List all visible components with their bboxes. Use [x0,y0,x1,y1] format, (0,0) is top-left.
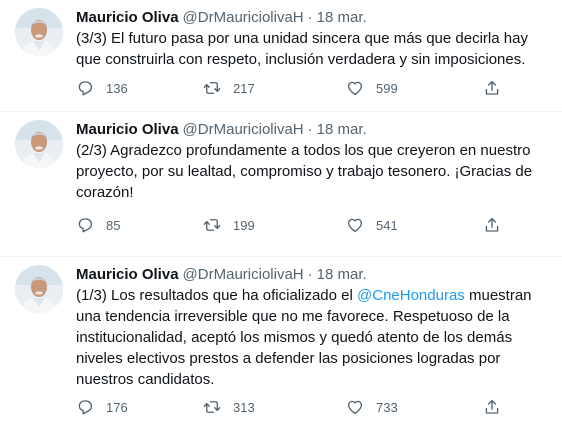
share-button[interactable] [483,215,501,235]
share-icon [485,217,499,232]
like-count: 541 [376,217,398,233]
avatar-photo [15,265,63,313]
mention-link[interactable]: @CneHonduras [357,287,465,304]
tweet-text-part: (2/3) Agradezco profundamente a todos lo… [76,142,533,201]
separator-dot: · [307,266,313,283]
retweet-count: 199 [233,217,255,233]
reply-icon [78,400,93,415]
reply-icon [78,81,93,96]
reply-button[interactable]: 136 [76,78,128,98]
like-count: 599 [376,80,398,96]
tweet-header: Mauricio Oliva @DrMauriciolivaH · 18 mar. [76,265,367,285]
reply-count: 176 [106,399,128,415]
retweet-count: 313 [233,399,255,415]
tweet-header: Mauricio Oliva @DrMauriciolivaH · 18 mar. [76,8,367,28]
tweet-actions: 136 217 599 [76,78,506,98]
author-handle[interactable]: @DrMauriciolivaH [183,9,304,26]
tweet-actions: 176 313 733 [76,397,506,417]
tweet-date[interactable]: 18 mar. [317,9,367,26]
author-name[interactable]: Mauricio Oliva [76,9,179,26]
avatar[interactable] [15,8,63,56]
tweet-text: (3/3) El futuro pasa por una unidad sinc… [76,28,551,70]
tweet-date[interactable]: 18 mar. [317,121,367,138]
heart-icon [347,400,363,415]
author-handle[interactable]: @DrMauriciolivaH [183,121,304,138]
tweet[interactable]: Mauricio Oliva @DrMauriciolivaH · 18 mar. (… [0,112,562,257]
tweet-date[interactable]: 18 mar. [317,266,367,283]
avatar-photo [15,8,63,56]
retweet-icon [203,219,221,231]
tweet-text: (1/3) Los resultados que ha oficializado… [76,285,551,390]
avatar-photo [15,120,63,168]
tweet-text-part: (3/3) El futuro pasa por una unidad sinc… [76,30,528,68]
retweet-button[interactable]: 217 [203,78,255,98]
like-count: 733 [376,399,398,415]
tweet[interactable]: Mauricio Oliva @DrMauriciolivaH · 18 mar. (… [0,0,562,112]
reply-button[interactable]: 176 [76,397,128,417]
retweet-count: 217 [233,80,255,96]
tweet-actions: 85 199 541 [76,215,506,235]
reply-button[interactable]: 85 [76,215,120,235]
heart-icon [347,218,363,233]
author-name[interactable]: Mauricio Oliva [76,121,179,138]
heart-icon [347,81,363,96]
share-icon [485,80,499,95]
share-icon [485,399,499,414]
retweet-button[interactable]: 199 [203,215,255,235]
reply-count: 136 [106,80,128,96]
separator-dot: · [307,121,313,138]
author-handle[interactable]: @DrMauriciolivaH [183,266,304,283]
like-button[interactable]: 733 [346,397,398,417]
share-button[interactable] [483,78,501,98]
reply-icon [78,218,93,233]
tweet-text: (2/3) Agradezco profundamente a todos lo… [76,140,551,203]
tweet-text-part: (1/3) Los resultados que ha oficializado… [76,287,358,304]
retweet-icon [203,82,221,94]
tweet[interactable]: Mauricio Oliva @DrMauriciolivaH · 18 mar. (… [0,257,562,422]
retweet-button[interactable]: 313 [203,397,255,417]
avatar[interactable] [15,120,63,168]
like-button[interactable]: 599 [346,78,398,98]
reply-count: 85 [106,217,121,233]
avatar[interactable] [15,265,63,313]
like-button[interactable]: 541 [346,215,398,235]
tweet-header: Mauricio Oliva @DrMauriciolivaH · 18 mar. [76,120,367,140]
retweet-icon [203,401,221,413]
share-button[interactable] [483,397,501,417]
tweet-feed: Mauricio Oliva @DrMauriciolivaH · 18 mar. (… [0,0,562,422]
separator-dot: · [307,9,313,26]
author-name[interactable]: Mauricio Oliva [76,266,179,283]
